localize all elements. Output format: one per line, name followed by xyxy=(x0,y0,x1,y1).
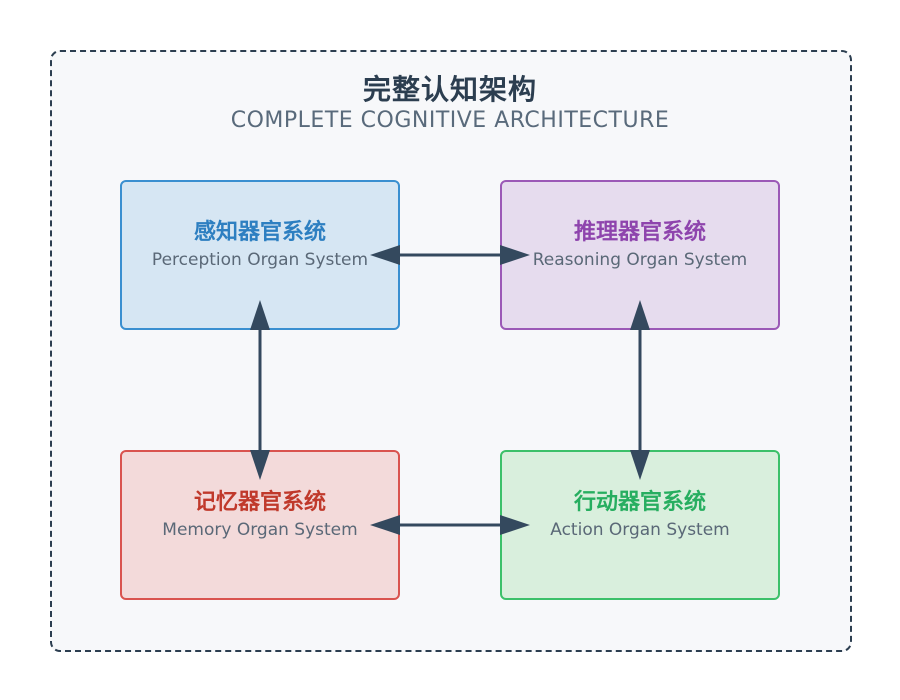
arrowheads xyxy=(250,245,650,535)
diagram-canvas: 完整认知架构 COMPLETE COGNITIVE ARCHITECTURE 感… xyxy=(0,0,900,700)
arrowhead-up-icon xyxy=(630,300,650,330)
arrowhead-left-icon xyxy=(370,515,400,535)
arrowhead-left-icon xyxy=(370,245,400,265)
arrowhead-up-icon xyxy=(250,300,270,330)
connection-arrows xyxy=(250,245,650,535)
arrowhead-right-icon xyxy=(500,245,530,265)
arrowhead-right-icon xyxy=(500,515,530,535)
arrowhead-down-icon xyxy=(250,450,270,480)
arrowhead-down-icon xyxy=(630,450,650,480)
